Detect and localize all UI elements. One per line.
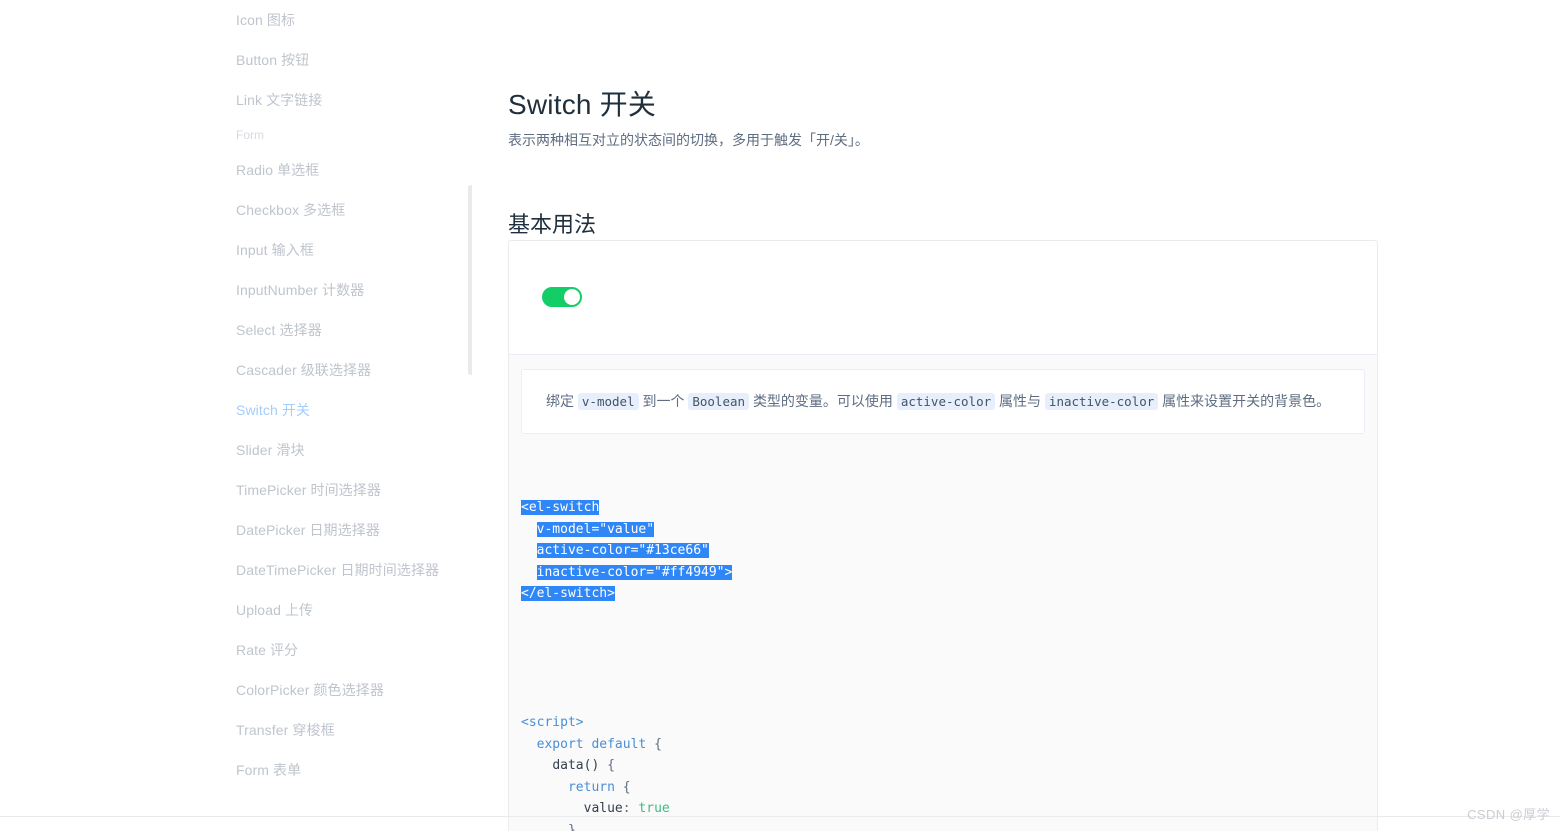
sidebar-item-5[interactable]: Checkbox 多选框 [236,190,472,230]
code-boolean: Boolean [688,393,750,410]
desc-text-1: 绑定 [546,393,574,409]
watermark: CSDN @厚学 [1467,807,1550,822]
bottom-divider [0,816,1560,817]
code-line-selected-2: active-color="#13ce66" [536,543,709,558]
desc-text-2: 到一个 [642,393,685,409]
code-line-script-0: <script> [521,715,584,730]
code-line-script-5: } [521,822,576,831]
code-line-selected-0: <el-switch [521,500,600,515]
sidebar-group-title: Form [236,128,264,142]
main-content: Switch 开关 表示两种相互对立的状态间的切换，多用于触发「开/关」。 基本… [472,0,1560,831]
desc-text-5: 属性来设置开关的背景色。 [1162,393,1331,409]
code-line-selected-4: </el-switch> [521,586,615,601]
sidebar: Icon 图标 Button 按钮 Link 文字链接 Form Radio 单选框 Ch… [0,0,474,831]
sidebar-item-7[interactable]: InputNumber 计数器 [236,270,472,310]
page-title: Switch 开关 [508,88,657,120]
sidebar-item-2[interactable]: Link 文字链接 [236,80,472,120]
code-active-color: active-color [896,393,996,410]
code-v-model: v-model [577,393,639,410]
sidebar-item-19[interactable]: Form 表单 [236,750,472,790]
page-description: 表示两种相互对立的状态间的切换，多用于触发「开/关」。 [508,132,869,148]
switch-toggle[interactable] [542,287,582,307]
sidebar-item-4[interactable]: Radio 单选框 [236,150,472,190]
desc-text-3: 类型的变量。可以使用 [752,393,893,409]
code-inactive-color: inactive-color [1044,393,1159,410]
sidebar-item-16[interactable]: Rate 评分 [236,630,472,670]
code-line-script-1: export default { [536,736,662,752]
sidebar-item-1[interactable]: Button 按钮 [236,40,472,80]
section-title-basic-usage: 基本用法 [508,212,597,238]
code-line-script-2: data() { [552,758,615,773]
page-root: Icon 图标 Button 按钮 Link 文字链接 Form Radio 单选框 Ch… [0,0,1560,831]
code-line-selected-1: v-model="value" [536,521,655,537]
sidebar-nav-list: Icon 图标 Button 按钮 Link 文字链接 Form Radio 单选框 Ch… [236,0,472,790]
demo-description: 绑定 v-model 到一个 Boolean 类型的变量。可以使用 active… [521,369,1365,434]
code-spacer-line [521,648,1353,670]
sidebar-item-18[interactable]: Transfer 穿梭框 [236,710,472,750]
switch-knob [564,289,580,305]
demo-code-block[interactable]: <el-switch v-model="value" active-color=… [509,450,1377,831]
sidebar-item-15[interactable]: Upload 上传 [236,590,472,630]
sidebar-item-0[interactable]: Icon 图标 [236,0,472,40]
sidebar-item-12[interactable]: TimePicker 时间选择器 [236,470,472,510]
sidebar-item-10[interactable]: Switch 开关 [236,390,472,430]
code-line-script-3: return { [567,779,631,795]
code-selected-region[interactable]: <el-switch v-model="value" active-color=… [521,497,1353,605]
desc-text-4: 属性与 [999,393,1042,409]
sidebar-item-11[interactable]: Slider 滑块 [236,430,472,470]
demo-block: 绑定 v-model 到一个 Boolean 类型的变量。可以使用 active… [508,240,1378,831]
sidebar-item-14[interactable]: DateTimePicker 日期时间选择器 [236,550,472,590]
demo-meta: 绑定 v-model 到一个 Boolean 类型的变量。可以使用 active… [509,354,1377,450]
sidebar-item-13[interactable]: DatePicker 日期选择器 [236,510,472,550]
sidebar-item-9[interactable]: Cascader 级联选择器 [236,350,472,390]
code-line-selected-3: inactive-color="#ff4949"> [536,564,733,580]
sidebar-item-8[interactable]: Select 选择器 [236,310,472,350]
sidebar-item-17[interactable]: ColorPicker 颜色选择器 [236,670,472,710]
code-script-region[interactable]: <script> export default { data() { retur… [521,712,1353,831]
sidebar-item-6[interactable]: Input 输入框 [236,230,472,270]
demo-stage [509,241,1377,354]
